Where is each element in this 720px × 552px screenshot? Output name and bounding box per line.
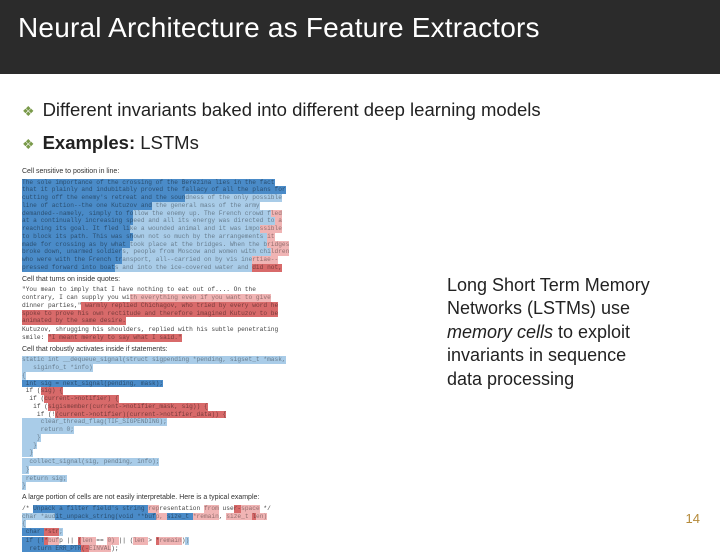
viz-row: dinner parties," warmly replied Chichago… xyxy=(22,302,427,310)
viz-row: if (sigismember(current->notifier_mask, … xyxy=(22,403,427,411)
viz-row: made for crossing as by what took place … xyxy=(22,241,427,249)
diamond-icon: ❖ xyxy=(22,102,35,121)
viz-row: who were with the French transport, all-… xyxy=(22,256,427,264)
viz-row: contrary, I can supply you with everythi… xyxy=(22,294,427,302)
viz-row: if (!(current->notifier)(current->notifi… xyxy=(22,411,427,419)
viz-row: line of action--the one Kutuzov and the … xyxy=(22,202,427,210)
viz-row: return 0; xyxy=(22,426,427,434)
figure-caption: Long Short Term Memory Networks (LSTMs) … xyxy=(427,164,682,552)
viz-row: siginfo_t *info) xyxy=(22,364,427,372)
caption-pre: Long Short Term Memory Networks (LSTMs) … xyxy=(447,275,650,318)
figure-area: Cell sensitive to position in line: The … xyxy=(22,164,698,552)
viz-row: spoke to prove his own rectitude and the… xyxy=(22,310,427,318)
viz-row: { xyxy=(22,520,427,528)
viz-row: char *audit_unpack_string(void **bufp, s… xyxy=(22,513,427,521)
viz-row: if (sig) { xyxy=(22,387,427,395)
title-bar: Neural Architecture as Feature Extractor… xyxy=(0,0,720,74)
viz-row: int sig = next_signal(pending, mask); xyxy=(22,380,427,388)
bullet-text: Different invariants baked into differen… xyxy=(43,98,541,123)
viz-section-label: Cell that turns on inside quotes: xyxy=(22,276,427,285)
viz-row: pressed forward into boats and into the … xyxy=(22,264,427,272)
viz-row: return ERR_PTR(-EINVAL); xyxy=(22,545,427,552)
viz-row: that it plainly and indubitably proved t… xyxy=(22,186,427,194)
caption-em: memory cells xyxy=(447,322,553,342)
viz-section-label: A large portion of cells are not easily … xyxy=(22,494,427,503)
viz-row: static int __dequeue_signal(struct sigpe… xyxy=(22,356,427,364)
bullet-bold: Examples: xyxy=(43,132,136,153)
viz-row: } xyxy=(22,442,427,450)
viz-row: collect_signal(sig, pending, info); xyxy=(22,458,427,466)
viz-row: Kutuzov, shrugging his shoulders, replie… xyxy=(22,326,427,334)
viz-row: clear_thread_flag(TIF_SIGPENDING); xyxy=(22,418,427,426)
viz-section-label: Cell that robustly activates inside if s… xyxy=(22,346,427,355)
viz-row: /* Unpack a filter field's string repres… xyxy=(22,505,427,513)
page-number: 14 xyxy=(686,511,700,526)
viz-row: at a continually increasing speed and al… xyxy=(22,217,427,225)
viz-row: } xyxy=(22,449,427,457)
viz-row: { xyxy=(22,372,427,380)
diamond-icon: ❖ xyxy=(22,135,35,154)
viz-row: cutting off the enemy's retreat and the … xyxy=(22,194,427,202)
viz-row: broke down, unarmed soldiers, people fro… xyxy=(22,248,427,256)
viz-row: if (!*bufp || (len == 0) || (len > *rema… xyxy=(22,537,427,545)
viz-row: animated by the same desire. xyxy=(22,317,427,325)
bullet-item: ❖ Examples: LSTMs xyxy=(22,131,698,156)
viz-row: return sig; xyxy=(22,475,427,483)
viz-row: if (current->notifier) { xyxy=(22,395,427,403)
viz-row: The sole importance of the crossing of t… xyxy=(22,179,427,187)
content-area: ❖ Different invariants baked into differ… xyxy=(0,74,720,552)
lstm-visualization: Cell sensitive to position in line: The … xyxy=(22,164,427,552)
viz-row: demanded--namely, simply to follow the e… xyxy=(22,210,427,218)
viz-row: smile: "I meant merely to say what I sai… xyxy=(22,334,427,342)
viz-row: char *str; xyxy=(22,528,427,536)
viz-row: } xyxy=(22,482,427,490)
bullet-text: Examples: LSTMs xyxy=(43,131,199,156)
slide-title: Neural Architecture as Feature Extractor… xyxy=(18,12,702,44)
viz-row: to block its path. This was shown not so… xyxy=(22,233,427,241)
viz-section-label: Cell sensitive to position in line: xyxy=(22,168,427,177)
viz-row: } xyxy=(22,434,427,442)
bullet-item: ❖ Different invariants baked into differ… xyxy=(22,98,698,123)
viz-row: "You mean to imply that I have nothing t… xyxy=(22,286,427,294)
viz-row: reaching its goal. It fled like a wounde… xyxy=(22,225,427,233)
viz-row: } xyxy=(22,466,427,474)
